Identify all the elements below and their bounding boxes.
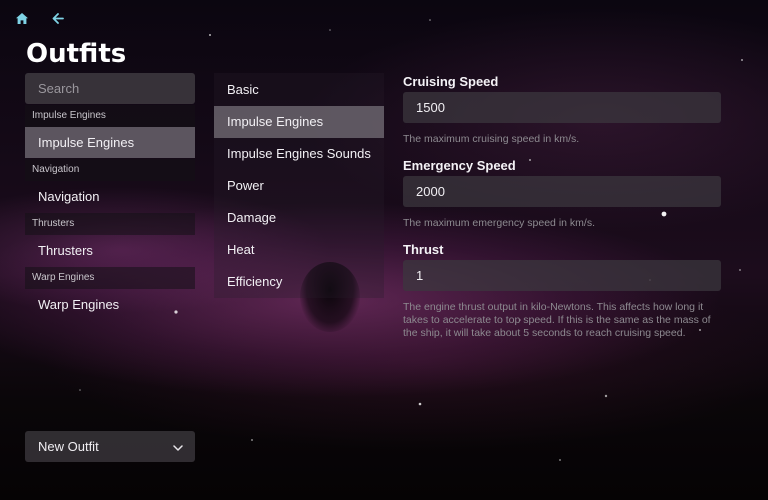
emergency-speed-help: The maximum emergency speed in km/s. xyxy=(403,217,595,229)
cruising-speed-field[interactable] xyxy=(403,92,721,123)
group-header-impulse-engines: Impulse Engines xyxy=(25,105,195,127)
impulse-engine-form: Cruising Speed The maximum cruising spee… xyxy=(403,74,721,340)
list-item-impulse-engines[interactable]: Impulse Engines xyxy=(25,127,195,158)
home-icon[interactable] xyxy=(14,10,30,26)
category-damage[interactable]: Damage xyxy=(214,202,384,234)
thrust-label: Thrust xyxy=(403,242,444,257)
search-input[interactable] xyxy=(25,73,195,104)
category-basic[interactable]: Basic xyxy=(214,74,384,106)
top-toolbar xyxy=(14,10,66,26)
category-efficiency[interactable]: Efficiency xyxy=(214,266,384,298)
chevron-down-icon xyxy=(173,439,183,454)
emergency-speed-field[interactable] xyxy=(403,176,721,207)
group-header-thrusters: Thrusters xyxy=(25,213,195,235)
back-arrow-icon[interactable] xyxy=(50,10,66,26)
new-outfit-label: New Outfit xyxy=(38,439,99,454)
category-heat[interactable]: Heat xyxy=(214,234,384,266)
list-item-thrusters[interactable]: Thrusters xyxy=(25,235,195,266)
group-header-navigation: Navigation xyxy=(25,159,195,181)
list-item-navigation[interactable]: Navigation xyxy=(25,181,195,212)
outfit-list-panel: Impulse Engines Impulse Engines Navigati… xyxy=(25,73,195,320)
cruising-speed-help: The maximum cruising speed in km/s. xyxy=(403,133,580,145)
group-header-warp-engines: Warp Engines xyxy=(25,267,195,289)
category-impulse-engines-sounds[interactable]: Impulse Engines Sounds xyxy=(214,138,384,170)
category-power[interactable]: Power xyxy=(214,170,384,202)
thrust-help: The engine thrust output in kilo-Newtons… xyxy=(403,301,711,339)
page-title: Outfits xyxy=(26,39,127,69)
new-outfit-dropdown[interactable]: New Outfit xyxy=(25,431,195,462)
category-impulse-engines[interactable]: Impulse Engines xyxy=(214,106,384,138)
thrust-field[interactable] xyxy=(403,260,721,291)
emergency-speed-label: Emergency Speed xyxy=(403,158,516,173)
category-list-panel: Basic Impulse Engines Impulse Engines So… xyxy=(214,73,384,298)
list-item-warp-engines[interactable]: Warp Engines xyxy=(25,289,195,320)
cruising-speed-label: Cruising Speed xyxy=(403,74,499,89)
